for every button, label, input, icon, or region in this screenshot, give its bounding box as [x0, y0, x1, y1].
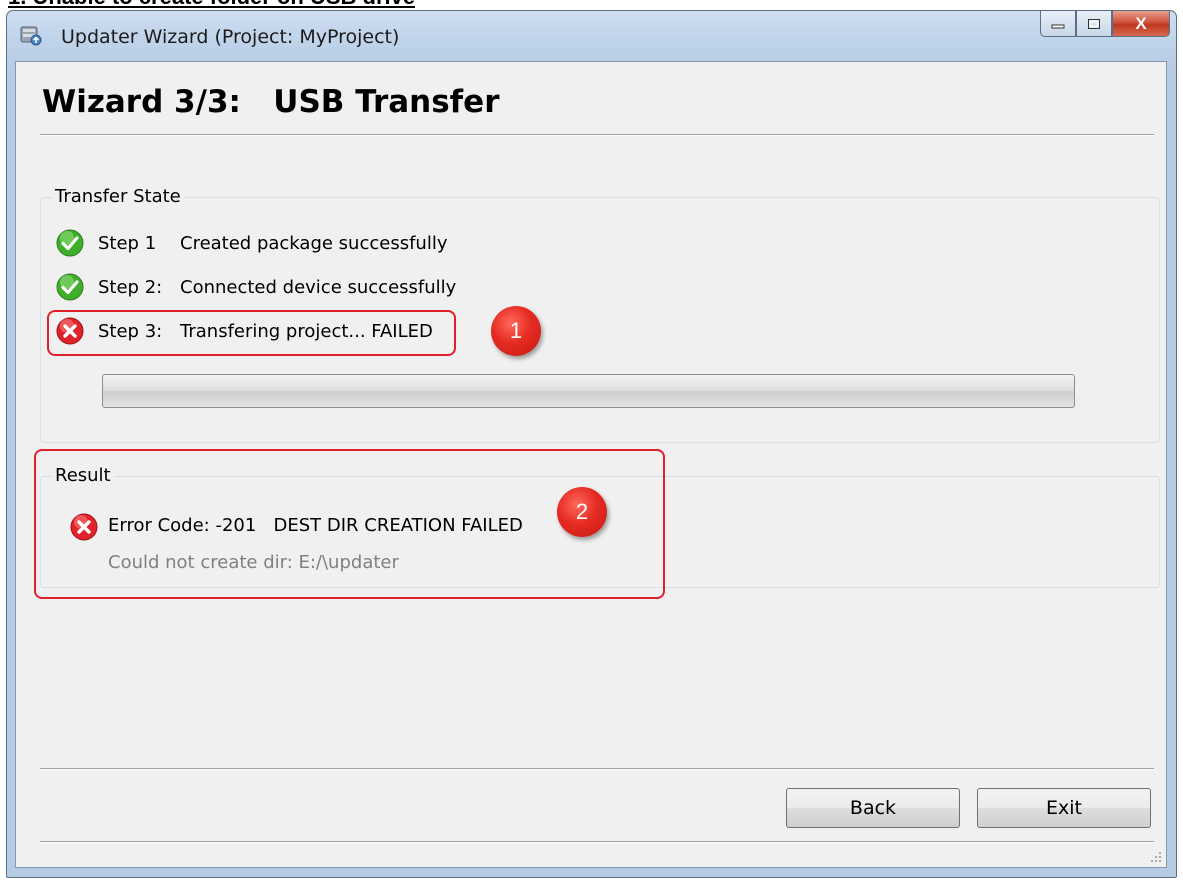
resize-grip-icon[interactable] [1148, 849, 1162, 863]
close-icon: X [1135, 13, 1147, 33]
check-icon [56, 229, 84, 257]
wizard-title: Wizard 3/3: USB Transfer [42, 84, 500, 120]
minimize-button[interactable] [1040, 11, 1076, 37]
step-row-1: Step 1 Created package successfully [56, 228, 447, 258]
footer-separator-bottom [40, 841, 1154, 843]
close-button[interactable]: X [1112, 11, 1170, 37]
annotation-box-1 [47, 310, 456, 356]
step-text: Connected device successfully [180, 276, 457, 298]
window-title: Updater Wizard (Project: MyProject) [61, 26, 400, 48]
annotation-badge-1: 1 [491, 306, 541, 356]
updater-wizard-window: Updater Wizard (Project: MyProject) X Wi… [6, 10, 1177, 878]
step-label: Step 2: [98, 276, 163, 298]
minimize-icon [1051, 24, 1065, 28]
document-heading: 1. Unable to create folder on USB drive [8, 0, 415, 8]
title-bar[interactable]: Updater Wizard (Project: MyProject) X [7, 11, 1176, 61]
step-label: Step 1 [98, 232, 157, 254]
back-button[interactable]: Back [786, 788, 960, 828]
exit-button[interactable]: Exit [977, 788, 1151, 828]
transfer-state-label: Transfer State [52, 186, 184, 207]
step-text: Created package successfully [180, 232, 448, 254]
transfer-progress-bar [102, 374, 1075, 408]
maximize-icon [1088, 18, 1100, 29]
maximize-button[interactable] [1076, 11, 1112, 37]
footer-separator-top [40, 768, 1154, 770]
check-icon [56, 273, 84, 301]
app-icon [20, 26, 42, 46]
header-separator [40, 134, 1154, 136]
annotation-badge-2: 2 [557, 487, 607, 537]
step-row-2: Step 2: Connected device successfully [56, 272, 456, 302]
